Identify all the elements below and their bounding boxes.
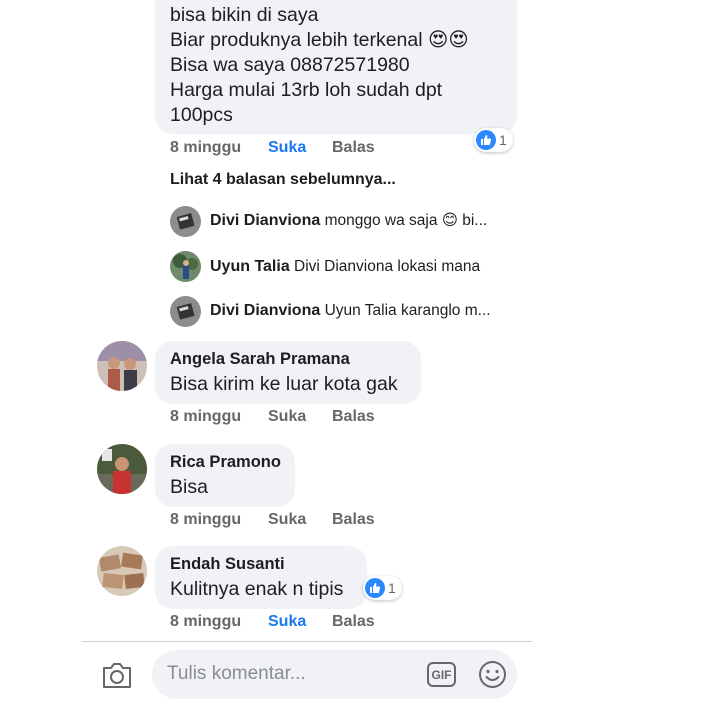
comment-text: Kulitnya enak n tipis [170, 578, 344, 600]
comment-input-placeholder: Tulis komentar... [167, 663, 306, 684]
avatar[interactable] [170, 206, 201, 237]
like-count-badge[interactable]: 1 [363, 576, 402, 600]
comment-timestamp: 8 minggu [170, 139, 242, 156]
emoji-icon[interactable] [478, 660, 507, 689]
comment-text: Bisa kirim ke luar kota gak [170, 373, 398, 395]
like-button[interactable]: Suka [268, 408, 306, 426]
like-count-badge[interactable]: 1 [474, 128, 513, 152]
view-previous-replies-link[interactable]: Lihat 4 balasan sebelumnya... [170, 171, 396, 189]
reply-author[interactable]: Uyun Talia [210, 258, 290, 275]
thumbs-up-icon [365, 578, 385, 598]
reply-item: Uyun Talia Divi Dianviona lokasi mana [210, 256, 480, 278]
reply-text: monggo wa saja 😊 bi... [324, 212, 488, 229]
comment-author[interactable]: Endah Susanti [170, 553, 285, 575]
like-button[interactable]: Suka [268, 139, 306, 157]
avatar[interactable] [97, 444, 147, 494]
comment-author[interactable]: Rica Pramono [170, 451, 281, 473]
avatar[interactable] [170, 296, 201, 327]
like-button[interactable]: Suka [268, 511, 306, 529]
comment-author[interactable]: Angela Sarah Pramana [170, 348, 350, 370]
comment-bubble: Angela Sarah Pramana Bisa kirim ke luar … [155, 341, 421, 404]
camera-icon[interactable] [101, 660, 133, 690]
reply-item: Divi Dianviona Uyun Talia karanglo m... [210, 300, 491, 322]
avatar[interactable] [97, 546, 147, 596]
thumbs-up-icon [476, 130, 496, 150]
like-button[interactable]: Suka [268, 613, 306, 631]
reply-author[interactable]: Divi Dianviona [210, 302, 320, 319]
reply-button[interactable]: Balas [332, 511, 375, 529]
like-count: 1 [499, 132, 507, 148]
comment-bubble: bisa bikin di saya Biar produknya lebih … [155, 0, 517, 134]
reply-text: Uyun Talia karanglo m... [324, 302, 491, 319]
reply-item: Divi Dianviona monggo wa saja 😊 bi... [210, 210, 487, 232]
comment-timestamp: 8 minggu [170, 408, 242, 425]
reply-author[interactable]: Divi Dianviona [210, 212, 320, 229]
reply-text: Divi Dianviona lokasi mana [294, 258, 481, 275]
gif-icon[interactable]: GIF [427, 662, 456, 687]
avatar[interactable] [170, 251, 201, 282]
composer-divider [82, 641, 532, 642]
reply-button[interactable]: Balas [332, 408, 375, 426]
like-count: 1 [388, 580, 396, 596]
avatar[interactable] [97, 341, 147, 391]
comment-timestamp: 8 minggu [170, 511, 242, 528]
comment-bubble: Endah Susanti Kulitnya enak n tipis [155, 546, 367, 609]
comment-input[interactable]: Tulis komentar... GIF [152, 650, 517, 699]
reply-button[interactable]: Balas [332, 139, 375, 157]
comment-timestamp: 8 minggu [170, 613, 242, 630]
heart-eyes-emoji: 😍😍 [428, 29, 469, 51]
comment-text: bisa bikin di saya Biar produknya lebih … [170, 4, 469, 126]
comment-text: Bisa [170, 476, 208, 498]
reply-button[interactable]: Balas [332, 613, 375, 631]
comment-bubble: Rica Pramono Bisa [155, 444, 295, 507]
